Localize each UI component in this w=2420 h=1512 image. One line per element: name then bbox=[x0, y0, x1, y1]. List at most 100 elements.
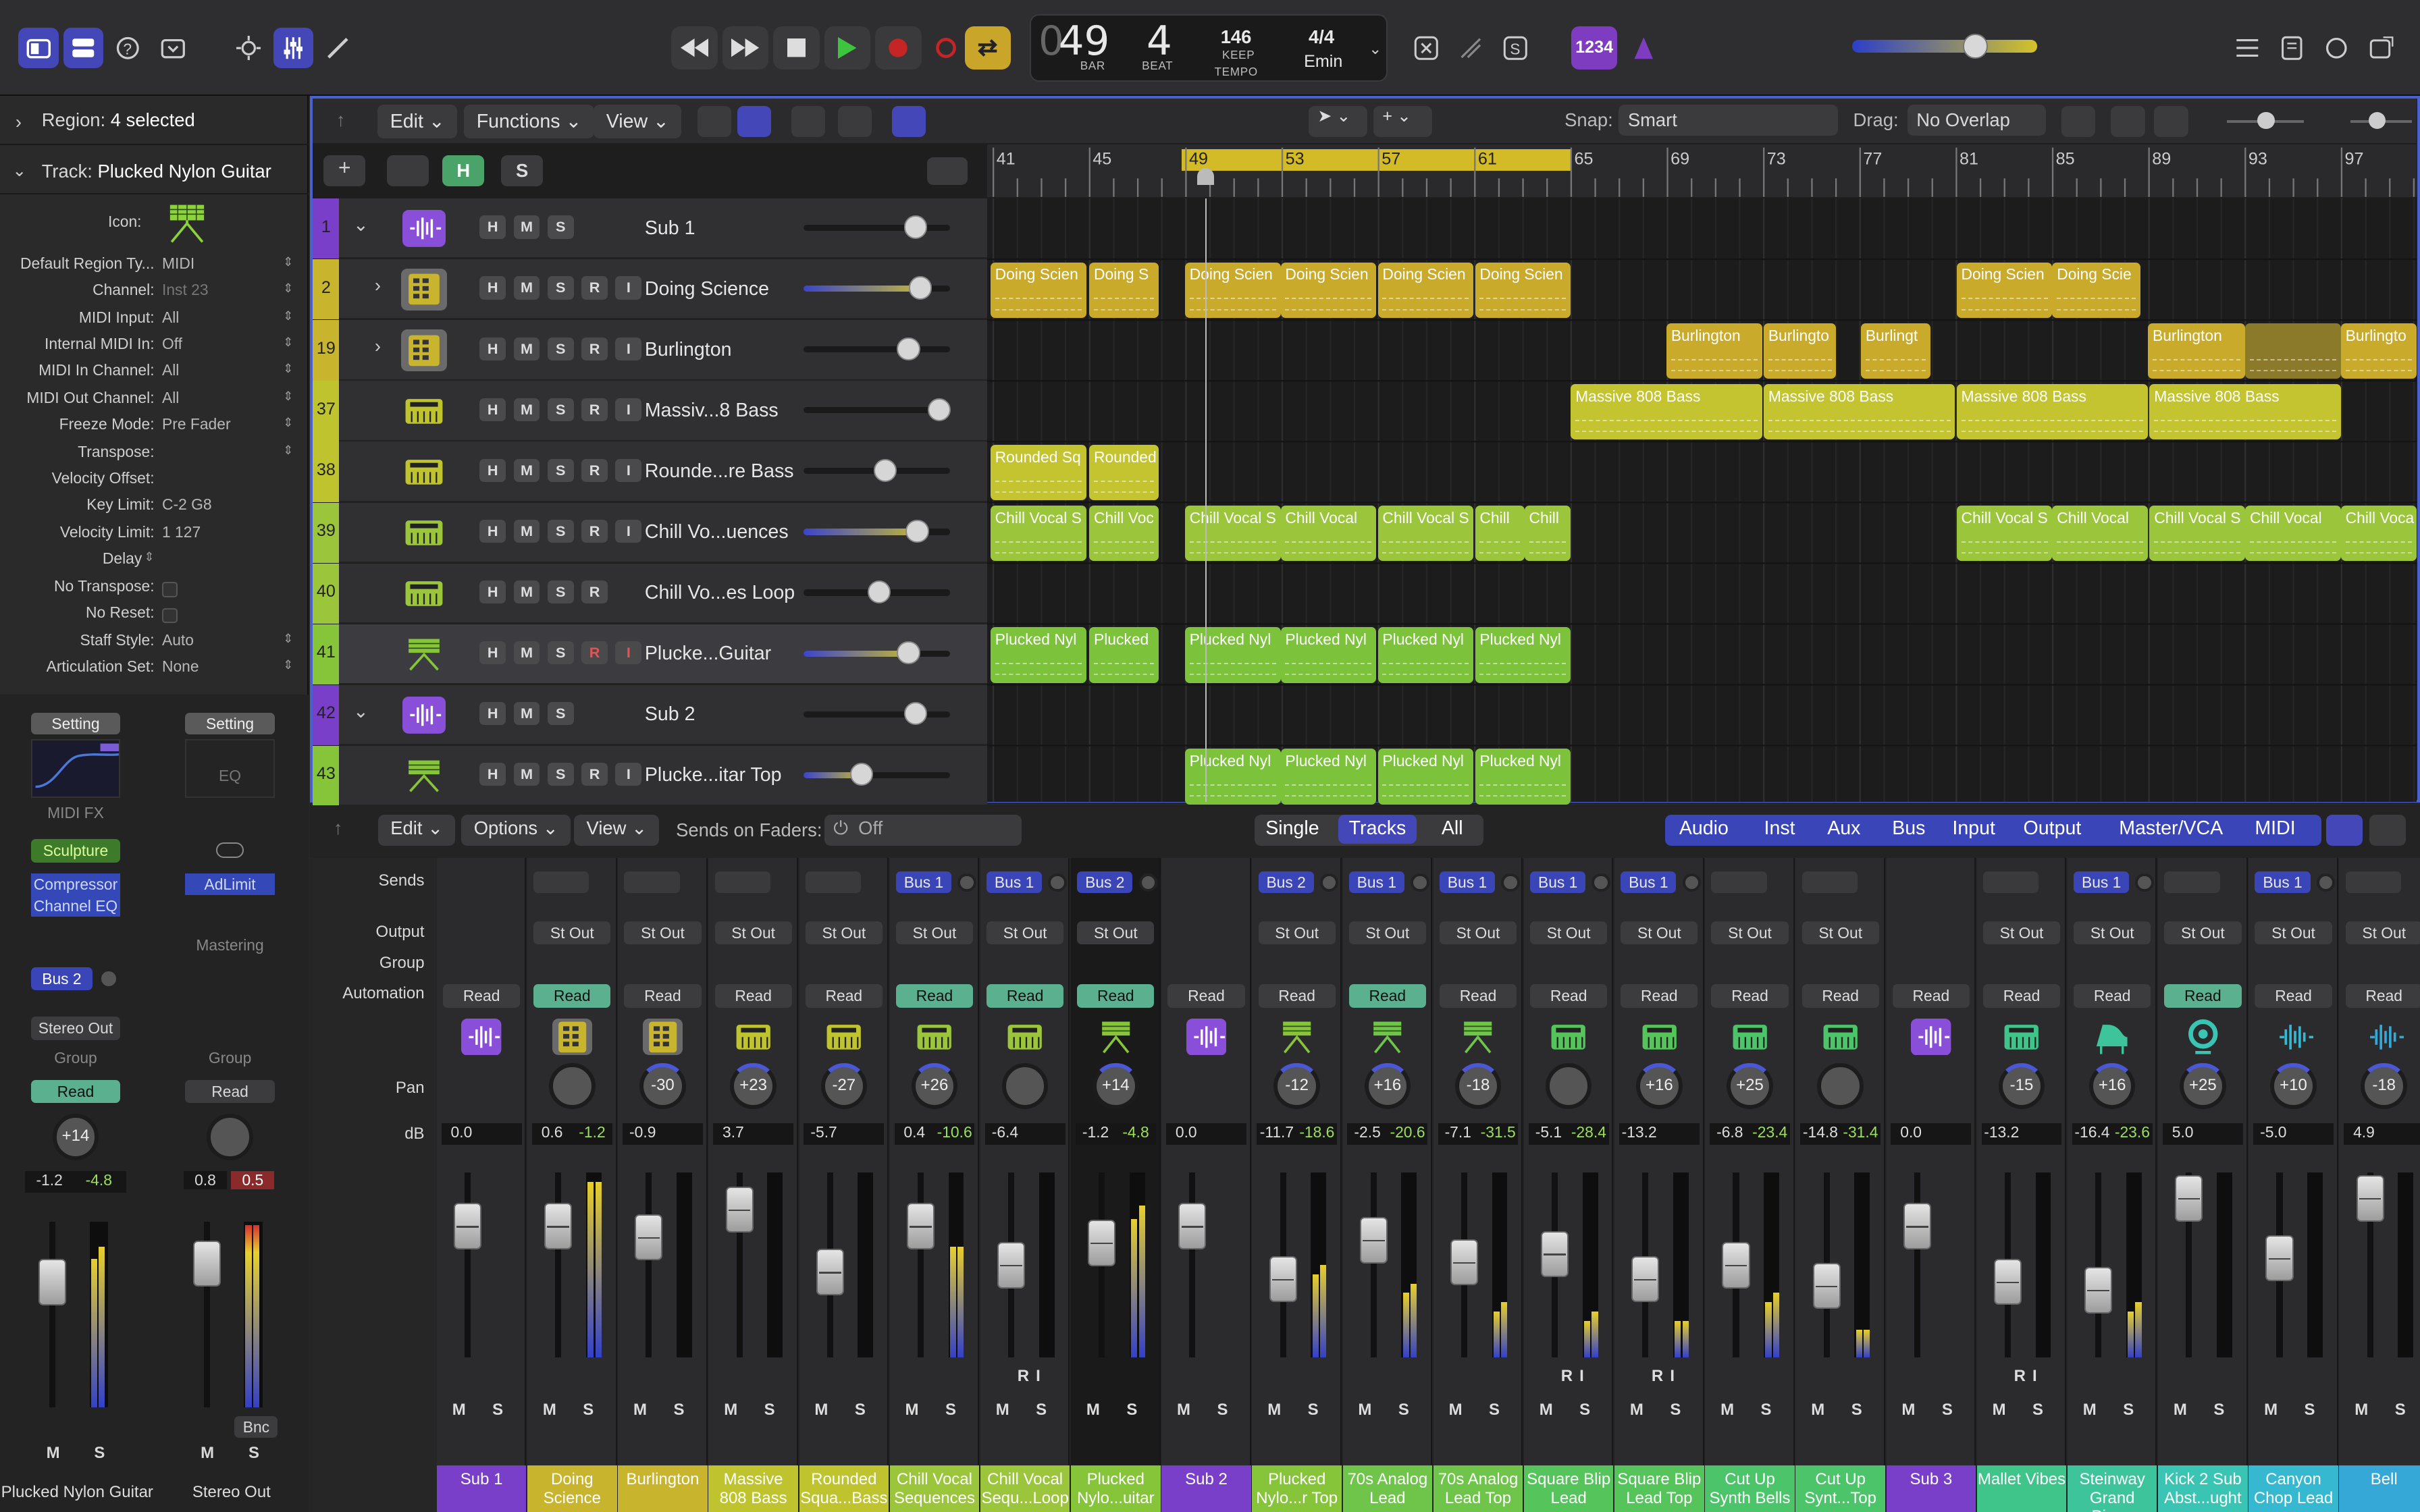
pan-knob[interactable]: +16 bbox=[2088, 1062, 2136, 1110]
volume-fader[interactable] bbox=[816, 1249, 844, 1295]
volume-knob[interactable] bbox=[897, 337, 920, 360]
send-slot[interactable]: Bus 1 bbox=[987, 871, 1043, 894]
solo-button[interactable]: S bbox=[547, 215, 574, 239]
vertical-fit-icon[interactable] bbox=[2111, 106, 2145, 137]
disclosure-chevron-right-icon[interactable]: › bbox=[375, 275, 381, 296]
mixer-icon[interactable] bbox=[273, 28, 313, 68]
mute-button[interactable]: M bbox=[513, 458, 540, 482]
editors-icon[interactable] bbox=[318, 28, 358, 68]
pan-knob[interactable] bbox=[1545, 1062, 1592, 1110]
volume-slider[interactable] bbox=[804, 701, 951, 726]
playhead[interactable] bbox=[1205, 198, 1207, 802]
input-monitor-button[interactable]: I bbox=[615, 458, 642, 482]
volume-knob[interactable] bbox=[867, 580, 891, 604]
duplicate-track-icon[interactable] bbox=[387, 155, 429, 186]
region[interactable]: Plucked Nyl bbox=[1475, 627, 1571, 683]
send-slot[interactable] bbox=[1711, 871, 1767, 894]
mute-button[interactable]: M bbox=[1449, 1401, 1463, 1420]
inspector-row[interactable]: MIDI Input: All ⇕ bbox=[0, 308, 309, 335]
send-slot[interactable]: Bus 1 bbox=[2255, 871, 2311, 894]
pan-knob[interactable]: +26 bbox=[911, 1062, 958, 1110]
smart-controls-icon[interactable] bbox=[228, 28, 268, 68]
output-slot[interactable]: St Out bbox=[1982, 921, 2061, 944]
automation-mode[interactable]: Read bbox=[987, 984, 1064, 1008]
automation-mode[interactable]: Read bbox=[2164, 984, 2242, 1008]
track-synth-icon[interactable] bbox=[401, 512, 448, 554]
volume-fader[interactable] bbox=[1722, 1241, 1750, 1289]
solo-button[interactable]: S bbox=[547, 701, 574, 726]
track-sub-icon[interactable] bbox=[401, 694, 448, 736]
volume-fader[interactable] bbox=[1631, 1256, 1660, 1303]
volume-knob[interactable] bbox=[904, 701, 928, 726]
lcd-chevron-down-icon[interactable]: ⌄ bbox=[1369, 40, 1382, 58]
track-name[interactable]: Plucke...itar Top bbox=[645, 764, 782, 786]
automation-mode[interactable]: Read bbox=[2345, 984, 2420, 1008]
volume-slider[interactable] bbox=[804, 762, 951, 786]
region[interactable]: Chill bbox=[1524, 506, 1571, 562]
automation-mode[interactable]: Read bbox=[533, 984, 611, 1008]
track-header[interactable]: 37 H M S R I Massiv...8 Bass bbox=[313, 381, 988, 441]
pan-knob[interactable] bbox=[1817, 1062, 1864, 1110]
snap-select[interactable]: Smart bbox=[1619, 104, 1838, 136]
track-header[interactable]: 41 H M S R I Plucke...Guitar bbox=[313, 624, 988, 684]
solo-button[interactable]: S bbox=[1217, 1401, 1228, 1420]
vertical-zoom-slider[interactable] bbox=[2226, 112, 2304, 130]
mute-button[interactable]: M bbox=[2355, 1401, 2368, 1420]
volume-knob[interactable] bbox=[908, 276, 932, 300]
volume-slider[interactable] bbox=[804, 580, 951, 604]
output-slot[interactable]: St Out bbox=[1801, 921, 1879, 944]
hide-button[interactable]: H bbox=[479, 701, 506, 726]
view-menu[interactable]: View ⌄ bbox=[594, 104, 682, 139]
record-enable-button[interactable]: R bbox=[581, 458, 608, 482]
solo-button[interactable]: S bbox=[1851, 1401, 1862, 1420]
inspector-row[interactable]: MIDI Out Channel: All ⇕ bbox=[0, 389, 309, 415]
notepad-icon[interactable] bbox=[2272, 28, 2312, 68]
view-single[interactable]: Single bbox=[1255, 815, 1330, 844]
track-name[interactable]: Burlington bbox=[645, 339, 732, 361]
stepper-icon[interactable]: ⇕ bbox=[283, 281, 293, 296]
volume-knob[interactable] bbox=[927, 398, 951, 421]
browser-icon[interactable] bbox=[2361, 28, 2401, 68]
send-knob[interactable] bbox=[957, 873, 976, 892]
region[interactable]: Plucked Nyl bbox=[1377, 749, 1474, 805]
automation-mode[interactable]: Read bbox=[1077, 984, 1155, 1008]
inspector-row[interactable]: Staff Style: Auto ⇕ bbox=[0, 631, 309, 657]
mute-button[interactable]: M bbox=[1086, 1401, 1100, 1420]
input-monitor-button[interactable]: I bbox=[615, 276, 642, 300]
param-checkbox[interactable] bbox=[161, 608, 178, 624]
mute-button[interactable]: M bbox=[1267, 1401, 1281, 1420]
track-header[interactable]: 19 › H M S R I Burlington bbox=[313, 320, 988, 381]
pan-knob[interactable] bbox=[1001, 1062, 1049, 1110]
solo-button[interactable]: S bbox=[1036, 1401, 1047, 1420]
mute-button[interactable]: M bbox=[47, 1444, 60, 1463]
automation-mode[interactable]: Read bbox=[1711, 984, 1789, 1008]
volume-fader[interactable] bbox=[1812, 1262, 1841, 1310]
pan-knob[interactable]: -18 bbox=[1454, 1062, 1502, 1110]
catch-playhead-icon[interactable] bbox=[927, 157, 968, 185]
solo-button[interactable]: S bbox=[1308, 1401, 1319, 1420]
stepper-icon[interactable]: ⇕ bbox=[283, 443, 293, 458]
track-synth-icon[interactable] bbox=[401, 451, 448, 493]
track-header[interactable]: 38 H M S R I Rounde...re Bass bbox=[313, 441, 988, 502]
volume-slider[interactable] bbox=[804, 215, 951, 239]
channel-strip[interactable]: St Out Read -18 4.9 M S Bell bbox=[2339, 857, 2420, 1512]
pan-knob[interactable]: +16 bbox=[1636, 1062, 1683, 1110]
volume-slider[interactable] bbox=[804, 276, 951, 300]
mute-button[interactable]: M bbox=[2083, 1401, 2097, 1420]
toolbar-icon[interactable] bbox=[153, 28, 192, 68]
mute-button[interactable]: M bbox=[1540, 1401, 1553, 1420]
send-slot[interactable]: Bus 2 bbox=[1258, 871, 1314, 894]
rewind-button[interactable] bbox=[671, 26, 718, 70]
pointer-tool[interactable]: ➤ ⌄ bbox=[1308, 106, 1367, 137]
mute-button[interactable]: M bbox=[633, 1401, 647, 1420]
mute-button[interactable]: M bbox=[1177, 1401, 1190, 1420]
send-slot[interactable] bbox=[1801, 871, 1858, 894]
mute-button[interactable]: M bbox=[513, 337, 540, 360]
playhead-handle[interactable] bbox=[1197, 167, 1215, 185]
output-slot[interactable]: St Out bbox=[624, 921, 702, 944]
region[interactable]: Plucked Nyl bbox=[1475, 749, 1571, 805]
output-slot[interactable]: St Out bbox=[714, 921, 792, 944]
mute-button[interactable]: M bbox=[1811, 1401, 1824, 1420]
hide-button[interactable]: H bbox=[479, 337, 506, 360]
pan-knob[interactable]: +16 bbox=[1364, 1062, 1411, 1110]
